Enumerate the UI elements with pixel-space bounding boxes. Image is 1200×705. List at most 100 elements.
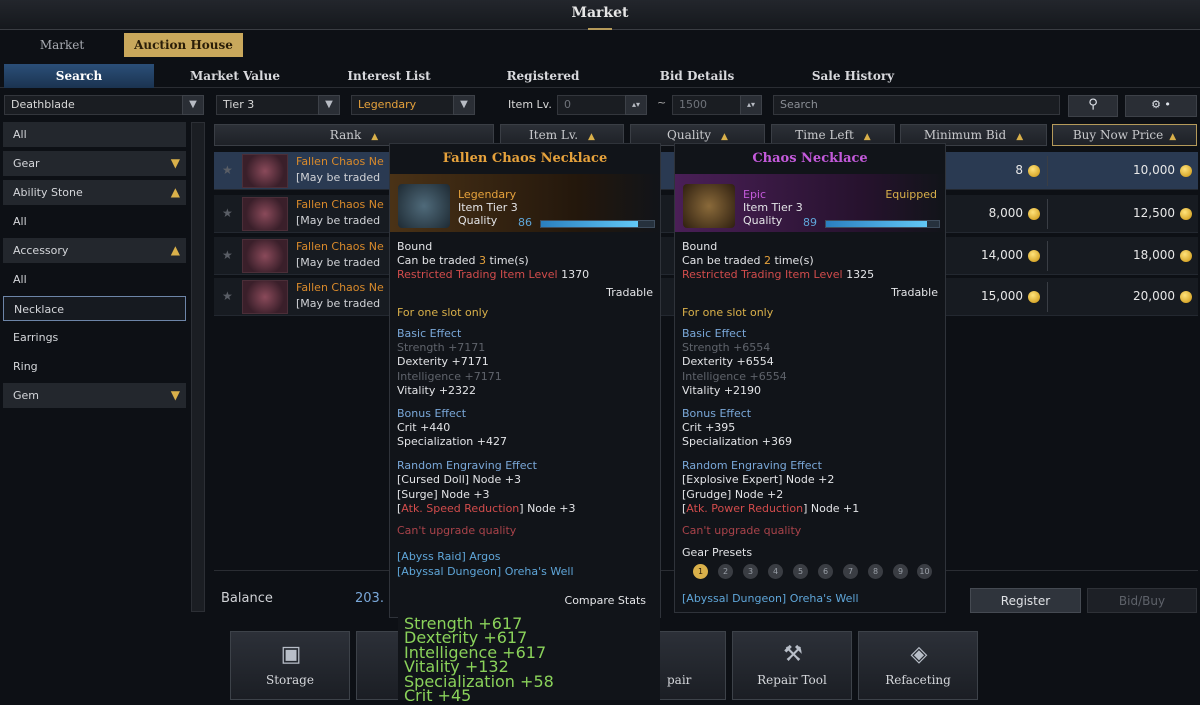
gear-preset-2[interactable]: 2 [718,564,733,579]
sidebar-item-necklace[interactable]: Necklace [3,296,186,321]
gear-preset-10[interactable]: 10 [917,564,932,579]
tab-bid-details[interactable]: Bid Details [622,64,772,88]
repair-label: pair [667,673,692,687]
tooltip-title: Fallen Chaos Necklace [442,151,608,166]
sub-tabs: Search Market Value Interest List Regist… [0,64,1200,88]
gear-preset-8[interactable]: 8 [868,564,883,579]
equipped-badge: Equipped [885,188,937,201]
chevron-down-icon[interactable]: ▼ [453,95,475,115]
sort-up-icon: ▲ [1169,132,1177,142]
class-select[interactable]: Deathblade [4,95,204,115]
sidebar-item-gear[interactable]: Gear ▼ [3,151,186,176]
chevron-down-icon[interactable]: ▼ [182,95,204,115]
star-icon[interactable]: ★ [222,248,233,262]
item-name: Fallen Chaos Ne [296,281,384,294]
gold-coin-icon [1028,207,1040,220]
cant-upgrade-text: Can't upgrade quality [682,524,802,537]
buy-now-value: 10,000 [1084,163,1192,177]
quality-bar-fill [826,221,927,227]
repair-tool-button[interactable]: ⚒ Repair Tool [732,631,852,700]
star-icon[interactable]: ★ [222,206,233,220]
quality-label: Quality [458,214,498,227]
stat-line: Intelligence +7171 [397,370,502,383]
divider [1047,241,1048,271]
sidebar-item-label: Accessory [13,244,69,257]
chevron-down-icon: ▼ [170,156,180,170]
stat-line: Dexterity +7171 [397,355,489,368]
tab-search[interactable]: Search [4,64,154,88]
compare-stats-label: Compare Stats [564,594,646,607]
storage-label: Storage [266,673,314,687]
sidebar-item-ability-stone-all[interactable]: All [3,209,186,234]
gear-preset-4[interactable]: 4 [768,564,783,579]
item-subtext: [May be traded [296,214,381,227]
register-button[interactable]: Register [970,588,1081,613]
item-tooltip-equipped: Chaos Necklace Epic Equipped Item Tier 3… [674,143,946,613]
search-icon[interactable]: ⚲ [1068,95,1118,117]
column-header-buy-now-price[interactable]: Buy Now Price ▲ [1052,124,1197,146]
sidebar-scrollbar[interactable] [191,122,205,612]
sort-up-icon: ▲ [588,132,595,142]
search-input[interactable]: Search [773,95,1060,115]
refaceting-button[interactable]: ◈ Refaceting [858,631,978,700]
restricted-level-text: Restricted Trading Item Level 1370 [397,268,590,281]
repair-tool-label: Repair Tool [757,673,827,687]
sidebar-item-accessory-all[interactable]: All [3,267,186,292]
storage-button[interactable]: ▣ Storage [230,631,350,700]
star-icon[interactable]: ★ [222,163,233,177]
stat-line: Strength +6554 [682,341,771,354]
sidebar-item-all[interactable]: All [3,122,186,147]
tab-market-value[interactable]: Market Value [160,64,310,88]
gem-icon: ◈ [910,642,928,667]
gear-preset-7[interactable]: 7 [843,564,858,579]
item-subtext: [May be traded [296,256,381,269]
stat-line: Specialization +427 [397,435,507,448]
item-grade: Epic [743,188,767,201]
item-name: Fallen Chaos Ne [296,155,384,168]
chest-icon: ▣ [280,642,302,667]
gear-preset-3[interactable]: 3 [743,564,758,579]
chevron-down-icon[interactable]: ▼ [318,95,340,115]
item-tier: Item Tier 3 [458,201,518,214]
gear-preset-5[interactable]: 5 [793,564,808,579]
stat-line: Intelligence +6554 [682,370,787,383]
stat-line: Crit +440 [397,421,451,434]
sidebar-item-ability-stone[interactable]: Ability Stone ▲ [3,180,186,205]
sidebar-item-label: Gem [13,389,40,402]
bid-buy-button[interactable]: Bid/Buy [1087,588,1197,613]
gold-coin-icon [1028,249,1040,262]
balance-label: Balance [221,591,273,606]
necklace-item-icon [242,154,288,188]
basic-effect-label: Basic Effect [397,327,462,340]
gear-preset-1[interactable]: 1 [693,564,708,579]
gold-coin-icon [1180,290,1192,303]
gold-coin-icon [1028,164,1040,177]
restricted-level-text: Restricted Trading Item Level 1325 [682,268,875,281]
tab-auction-house[interactable]: Auction House [124,33,243,57]
sidebar-item-earrings[interactable]: Earrings [3,325,186,350]
stat-line: Specialization +369 [682,435,792,448]
tab-sale-history[interactable]: Sale History [778,64,928,88]
tab-interest-list[interactable]: Interest List [314,64,464,88]
stat-line: Dexterity +6554 [682,355,774,368]
column-header-label: Rank [329,128,362,142]
item-subtext: [May be traded [296,171,381,184]
sidebar-item-ring[interactable]: Ring [3,354,186,379]
column-header-label: Quality [667,128,712,142]
stepper-icon[interactable]: ▴▾ [625,95,647,115]
tab-market[interactable]: Market [8,33,116,57]
gear-preset-6[interactable]: 6 [818,564,833,579]
sidebar-item-gem[interactable]: Gem ▼ [3,383,186,408]
bound-text: Bound [397,240,433,253]
engraving-line: [Explosive Expert] Node +2 [682,473,835,486]
stepper-icon[interactable]: ▴▾ [740,95,762,115]
compare-stats-panel: Strength +617 Dexterity +617 Intelligenc… [398,613,660,705]
column-header-label: Time Left [795,128,854,142]
star-icon[interactable]: ★ [222,289,233,303]
necklace-item-icon [398,184,450,228]
sidebar-item-accessory[interactable]: Accessory ▲ [3,238,186,263]
gear-preset-9[interactable]: 9 [893,564,908,579]
tab-registered[interactable]: Registered [468,64,618,88]
filter-settings-icon[interactable]: ⚙ • [1125,95,1197,117]
source-line: [Abyssal Dungeon] Oreha's Well [397,565,574,578]
